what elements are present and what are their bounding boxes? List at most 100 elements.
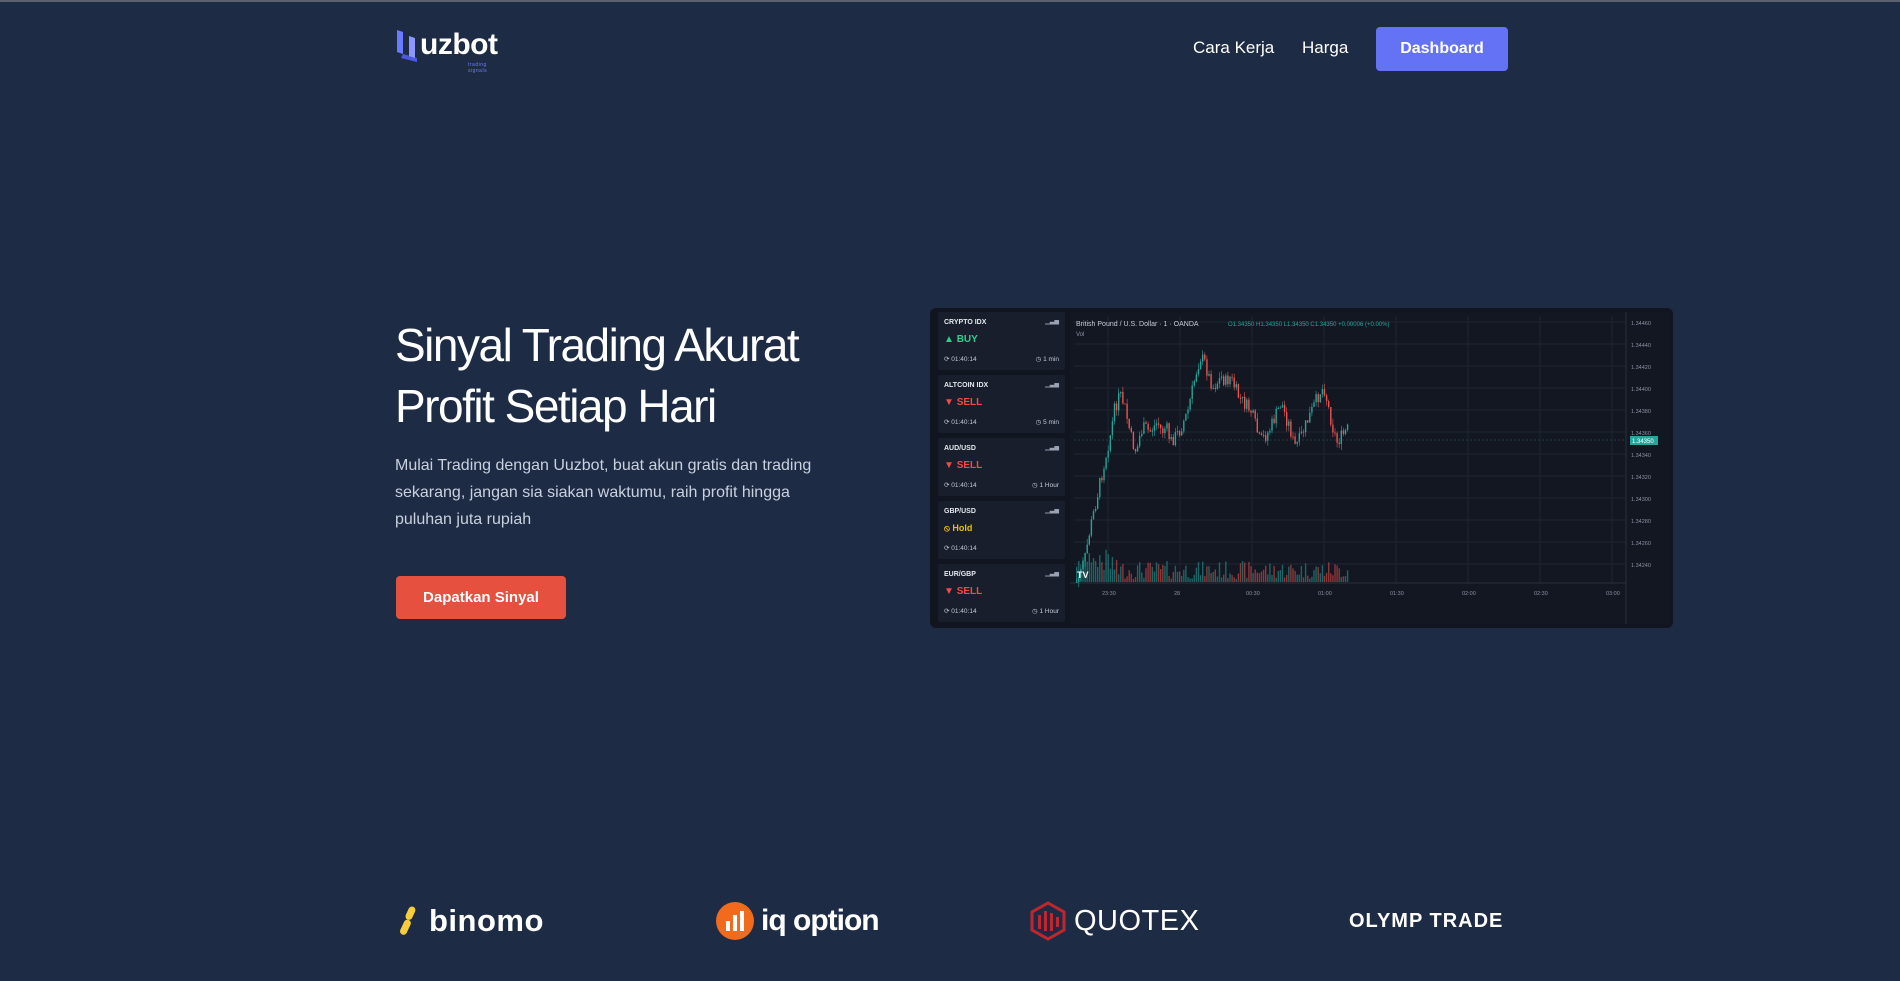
signal-strength-icon: ▁▃▅ [1045, 508, 1059, 514]
signal-pair: AUD/USD [944, 445, 976, 452]
chart-vol-label: Vol [1076, 332, 1084, 338]
binomo-icon [400, 906, 416, 935]
signal-card: AUD/USD ▁▃▅ ▼ SELL ⟳ 01:40:14 ◷ 1 Hour [938, 438, 1065, 496]
signal-timeframe: ◷ 5 min [1036, 418, 1059, 426]
quotex-icon [1030, 901, 1066, 941]
nav-link-harga[interactable]: Harga [1302, 38, 1348, 58]
signal-action-label: SELL [956, 586, 983, 597]
signal-pair: ALTCOIN IDX [944, 382, 989, 389]
tradingview-logo-icon: TV [1077, 570, 1089, 580]
signal-action-label: SELL [956, 397, 983, 408]
x-tick-label: 01:30 [1390, 591, 1404, 597]
signal-arrow-icon: ▼ [944, 397, 957, 408]
quotex-logo: QUOTEX [1030, 899, 1199, 943]
y-tick-label: 1.34400 [1631, 387, 1651, 393]
signal-time: ⟳ 01:40:14 [944, 355, 977, 363]
x-tick-label: 01:00 [1318, 591, 1332, 597]
signal-timeframe: ◷ 1 Hour [1032, 607, 1059, 615]
uzbot-logo[interactable]: uzbot trading signals [395, 28, 498, 74]
signal-time-value: 01:40:14 [951, 356, 977, 363]
signal-timeframe-value: 1 Hour [1039, 482, 1059, 489]
x-tick-label: 02:00 [1462, 591, 1476, 597]
y-tick-label: 1.34340 [1631, 453, 1651, 459]
signal-card: ALTCOIN IDX ▁▃▅ ▼ SELL ⟳ 01:40:14 ◷ 5 min [938, 375, 1065, 433]
binomo-logo: binomo [399, 899, 544, 943]
iq-option-icon [716, 902, 754, 940]
x-tick-label: 02:30 [1534, 591, 1548, 597]
signal-timeframe: ◷ 1 min [1036, 355, 1059, 363]
nav-link-cara-kerja[interactable]: Cara Kerja [1193, 38, 1274, 58]
signal-strength-icon: ▁▃▅ [1045, 445, 1059, 451]
get-signal-button[interactable]: Dapatkan Sinyal [396, 576, 566, 619]
logo-tagline: trading signals [468, 62, 488, 74]
signal-timeframe-value: 1 min [1043, 356, 1059, 363]
y-tick-label: 1.34440 [1631, 343, 1651, 349]
signal-pair: GBP/USD [944, 508, 976, 515]
signal-action-label: Hold [952, 523, 973, 533]
signal-action-label: SELL [956, 460, 983, 471]
navbar: uzbot trading signals Cara Kerja Harga D… [0, 2, 1900, 94]
signal-action: ▼ SELL [944, 397, 982, 408]
y-tick-label: 1.34460 [1631, 321, 1651, 327]
signal-strength-icon: ▁▃▅ [1045, 382, 1059, 388]
y-tick-label: 1.34240 [1631, 563, 1651, 569]
signal-time: ⟳ 01:40:14 [944, 418, 977, 426]
y-tick-label: 1.34300 [1631, 497, 1651, 503]
signal-card: EUR/GBP ▁▃▅ ▼ SELL ⟳ 01:40:14 ◷ 1 Hour [938, 564, 1065, 622]
dashboard-button[interactable]: Dashboard [1376, 27, 1508, 71]
olymp-trade-text: OLYMP TRADE [1349, 909, 1504, 932]
timer-icon: ◷ [1035, 356, 1044, 363]
signal-time-value: 01:40:14 [951, 545, 977, 552]
signal-arrow-icon: ▼ [944, 460, 957, 471]
signal-pair: CRYPTO IDX [944, 319, 987, 326]
logo-text: uzbot [420, 28, 498, 61]
hero-description: Mulai Trading dengan Uuzbot, buat akun g… [395, 457, 812, 528]
olymp-trade-logo: OLYMP TRADE [1349, 899, 1503, 943]
timer-icon: ◷ [1035, 419, 1044, 426]
y-tick-label: 1.34260 [1631, 541, 1651, 547]
signal-timeframe: ◷ 1 Hour [1032, 481, 1059, 489]
signal-action: ▼ SELL [944, 586, 982, 597]
signal-strength-icon: ▁▃▅ [1045, 319, 1059, 325]
signal-time-value: 01:40:14 [951, 608, 977, 615]
x-tick-label: 23:30 [1102, 591, 1116, 597]
signal-arrow-icon: ▼ [944, 586, 957, 597]
chart-canvas: British Pound / U.S. Dollar · 1 · OANDA … [1070, 312, 1670, 624]
chart-ohlc: O1.34350 H1.34350 L1.34350 C1.34350 +0.0… [1228, 322, 1389, 328]
signal-strength-icon: ▁▃▅ [1045, 571, 1059, 577]
signal-time: ⟳ 01:40:14 [944, 544, 977, 552]
signal-card: CRYPTO IDX ▁▃▅ ▲ BUY ⟳ 01:40:14 ◷ 1 min [938, 312, 1065, 370]
signal-pair: EUR/GBP [944, 571, 976, 578]
y-tick-label: 1.34380 [1631, 409, 1651, 415]
y-tick-label: 1.34420 [1631, 365, 1651, 371]
signal-arrow-icon: ▲ [944, 334, 957, 345]
signal-timeframe-value: 1 Hour [1039, 608, 1059, 615]
signal-time: ⟳ 01:40:14 [944, 607, 977, 615]
hero-title: Sinyal Trading Akurat Profit Setiap Hari [395, 315, 875, 437]
uzbot-logo-icon [397, 30, 417, 62]
y-tick-label: 1.34280 [1631, 519, 1651, 525]
signal-timeframe-value: 5 min [1043, 419, 1059, 426]
binomo-text: binomo [429, 903, 544, 938]
x-tick-label: 00:30 [1246, 591, 1260, 597]
hero-title-line2: Profit Setiap Hari [395, 380, 717, 432]
signal-time: ⟳ 01:40:14 [944, 481, 977, 489]
chart-title: British Pound / U.S. Dollar · 1 · OANDA [1076, 321, 1199, 328]
quotex-text: QUOTEX [1074, 904, 1200, 937]
signal-action: ⦸ Hold [944, 523, 972, 534]
y-tick-label: 1.34320 [1631, 475, 1651, 481]
signal-card: GBP/USD ▁▃▅ ⦸ Hold ⟳ 01:40:14 [938, 501, 1065, 559]
x-tick-label: 03:00 [1606, 591, 1620, 597]
signal-time-value: 01:40:14 [951, 419, 977, 426]
price-tag-label: 1.34350 [1632, 439, 1654, 445]
x-tick-label: 28 [1174, 591, 1180, 597]
hero-title-line1: Sinyal Trading Akurat [395, 319, 800, 371]
signal-action: ▲ BUY [944, 334, 978, 345]
signal-time-value: 01:40:14 [951, 482, 977, 489]
iq-option-logo: iq option [715, 899, 880, 943]
candlestick-chart: British Pound / U.S. Dollar · 1 · OANDA … [1070, 312, 1670, 624]
signal-list: CRYPTO IDX ▁▃▅ ▲ BUY ⟳ 01:40:14 ◷ 1 min ALTCO… [938, 312, 1065, 627]
signal-action: ▼ SELL [944, 460, 982, 471]
signal-action-label: BUY [956, 334, 978, 345]
iq-option-text: iq option [761, 904, 880, 937]
